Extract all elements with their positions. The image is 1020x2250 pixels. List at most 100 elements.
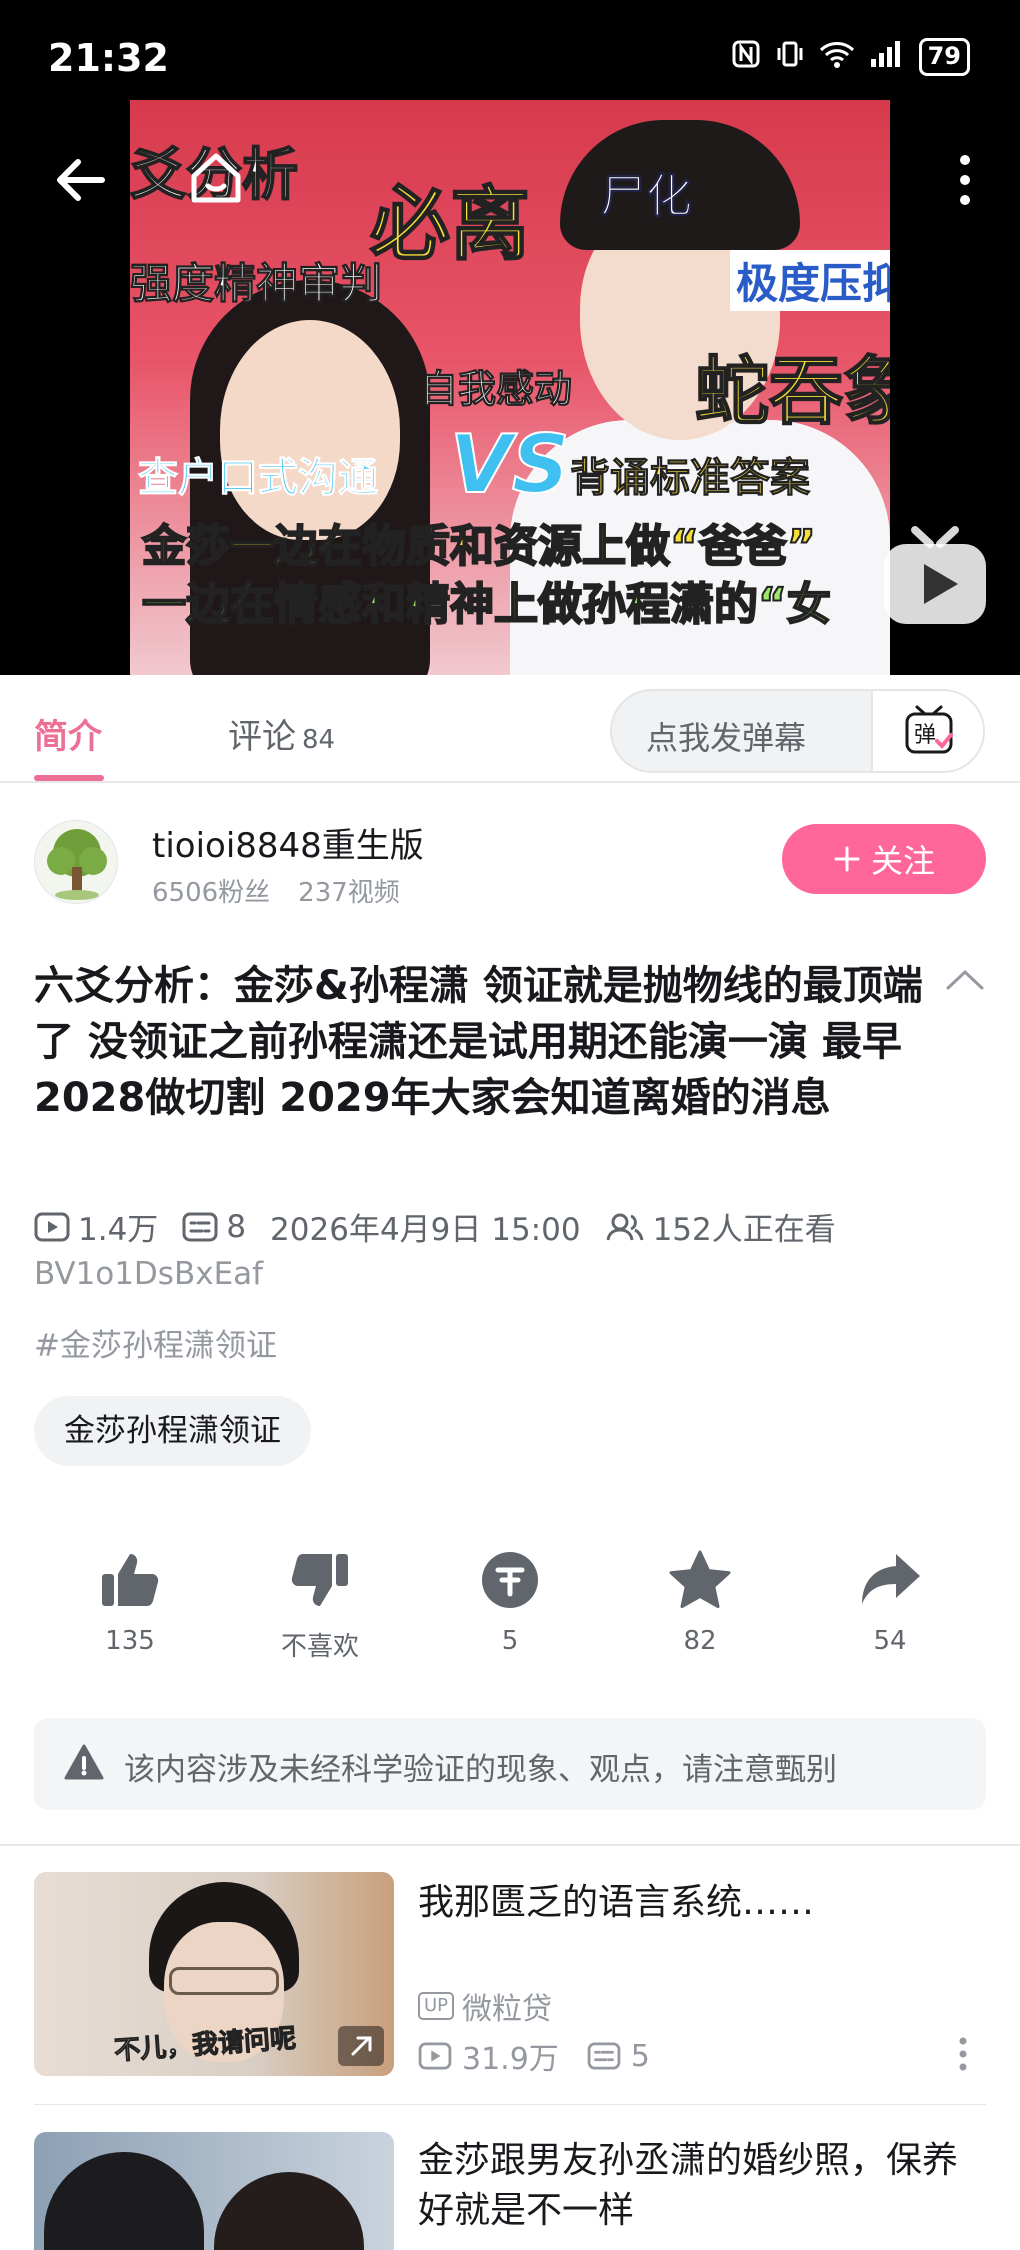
publish-time: 2026年4月9日 15:00 [270,1212,581,1248]
watching-stat: 152人正在看 [605,1204,836,1249]
uploader-meta: 6506粉丝 237视频 [152,872,400,909]
thumb-up-icon [102,1554,159,1606]
home-button[interactable] [186,148,246,208]
up-badge: UP [418,1992,455,2020]
share-button[interactable]: 54 [820,1548,960,1656]
home-icon [191,153,241,203]
thumbnail-text: 极度压抑 [730,250,890,311]
thumbnail-subtitle: 不儿，我请问呢 [113,2023,298,2067]
thumbnail-person [44,2152,204,2250]
notice-text: 该内容涉及未经科学验证的现象、观点，请注意甄别 [124,1752,837,1788]
view-count: 1.4万 [78,1212,159,1248]
back-arrow-icon [57,159,105,201]
thumbnail-text: 自我感动 [419,367,573,412]
more-options-button[interactable] [945,150,985,210]
avatar[interactable] [34,820,118,904]
danmaku-toggle-button[interactable]: 弹 [871,691,983,771]
comment-count: 84 [302,725,336,755]
status-icons: 79 [731,38,970,76]
dislike-label: 不喜欢 [280,1632,359,1662]
action-row: 135 不喜欢 5 82 54 [0,1548,1020,1678]
thumbnail-text: 背诵标准答案 [570,455,811,502]
chevron-up-icon [946,969,984,990]
follow-label: 关注 [870,842,935,880]
dislike-button[interactable]: 不喜欢 [250,1548,390,1663]
play-count-icon [418,2042,452,2070]
recommended-video-item[interactable]: 金莎跟男友孙丞潇的婚纱照，保养好就是不一样 [0,2132,1020,2250]
active-tab-indicator [34,775,104,781]
tree-avatar-icon [47,829,107,900]
clip-badge-icon [338,2026,384,2066]
bvid: BV1o1DsBxEaf [34,1256,264,1292]
coin-button[interactable]: 5 [440,1548,580,1656]
plus-icon [834,846,860,872]
danmaku-count-icon [182,1212,218,1241]
battery-indicator: 79 [918,38,970,76]
thumbnail-text: 一边在情感和精神上做孙程潇的“女 [141,578,832,631]
recommended-uploader: UP 微粒贷 [418,1984,552,2028]
share-count: 54 [873,1626,907,1656]
thumbnail-text: 强度精神审判 [130,259,383,309]
play-count-icon [34,1212,70,1241]
tag-chip[interactable]: 金莎孙程潇领证 [34,1396,311,1466]
nfc-icon [731,39,761,76]
content-notice: 该内容涉及未经科学验证的现象、观点，请注意甄别 [34,1718,986,1810]
danmaku-icon: 弹 [905,705,953,754]
video-player[interactable]: 21:32 79 爻分析 必离 尸化 强度精神审判 极度压抑 自我感动 蛇吞象 … [0,0,1020,675]
share-icon [862,1554,920,1604]
fans-count: 6506粉丝 [152,878,271,908]
thumbnail-text: 金莎一边在物质和资源上做“爸爸” [141,520,817,573]
favorite-count: 82 [683,1626,717,1656]
thumbnail-person [214,2172,364,2250]
coin-icon [482,1552,538,1608]
danmaku-button-label: 弹 [914,723,936,748]
more-vertical-icon [960,155,970,205]
recommended-video-item[interactable]: 不儿，我请问呢 我那匮乏的语言系统…… UP 微粒贷 31.9万 5 [0,1872,1020,2082]
tab-bar: 简介 评论 84 点我发弹幕 弹 [0,675,1020,783]
tab-comments[interactable]: 评论 84 [228,709,335,758]
like-count: 135 [105,1626,155,1656]
collapse-button[interactable] [940,960,990,1000]
tab-intro[interactable]: 简介 [34,709,102,758]
video-stats: 1.4万 8 2026年4月9日 15:00 152人正在看 [34,1204,860,1249]
item-divider [34,2104,986,2105]
people-icon [606,1213,644,1240]
like-button[interactable]: 135 [60,1548,200,1656]
coin-count: 5 [501,1626,519,1656]
star-icon [669,1550,731,1609]
uploader-name[interactable]: tioioi8848重生版 [152,818,424,867]
danmaku-count-icon [587,2042,621,2070]
danmaku-placeholder: 点我发弹幕 [646,719,807,757]
thumb-down-icon [291,1554,348,1606]
danmaku-input[interactable]: 点我发弹幕 弹 [610,689,985,773]
thumbnail-text: 必离 [369,177,531,272]
signal-icon [869,39,905,76]
warning-icon [64,1744,104,1780]
favorite-button[interactable]: 82 [630,1548,770,1656]
back-button[interactable] [50,150,110,210]
play-button[interactable] [880,520,990,630]
thumbnail-text: 查户口式沟通 [138,455,379,502]
follow-button[interactable]: 关注 [782,824,986,894]
recommended-stats: 31.9万 5 [418,2034,650,2078]
video-count: 237视频 [298,878,400,908]
thumbnail-face-left [220,320,400,540]
recommended-title: 金莎跟男友孙丞潇的婚纱照，保养好就是不一样 [418,2140,959,2231]
recommended-uploader-name: 微粒贷 [462,1992,553,2027]
tab-comments-label: 评论 [228,717,296,757]
danmaku-stat: 8 [182,1209,246,1245]
recommended-title: 我那匮乏的语言系统…… [418,1882,815,1923]
status-time: 21:32 [48,36,169,80]
recommended-views: 31.9万 [462,2042,559,2077]
play-icon [884,526,986,624]
recommended-thumbnail[interactable]: 不儿，我请问呢 [34,1872,394,2076]
hashtag-link[interactable]: #金莎孙程潇领证 [34,1320,277,1365]
vibrate-icon [775,39,805,76]
thumbnail-text: 尸化 [600,169,693,224]
recommended-thumbnail[interactable] [34,2132,394,2250]
watching-count: 152人正在看 [652,1212,836,1248]
more-options-button[interactable] [956,2034,970,2074]
status-bar: 21:32 79 [0,0,1020,100]
thumbnail-text: VS [449,417,571,512]
section-divider [0,1844,1020,1846]
